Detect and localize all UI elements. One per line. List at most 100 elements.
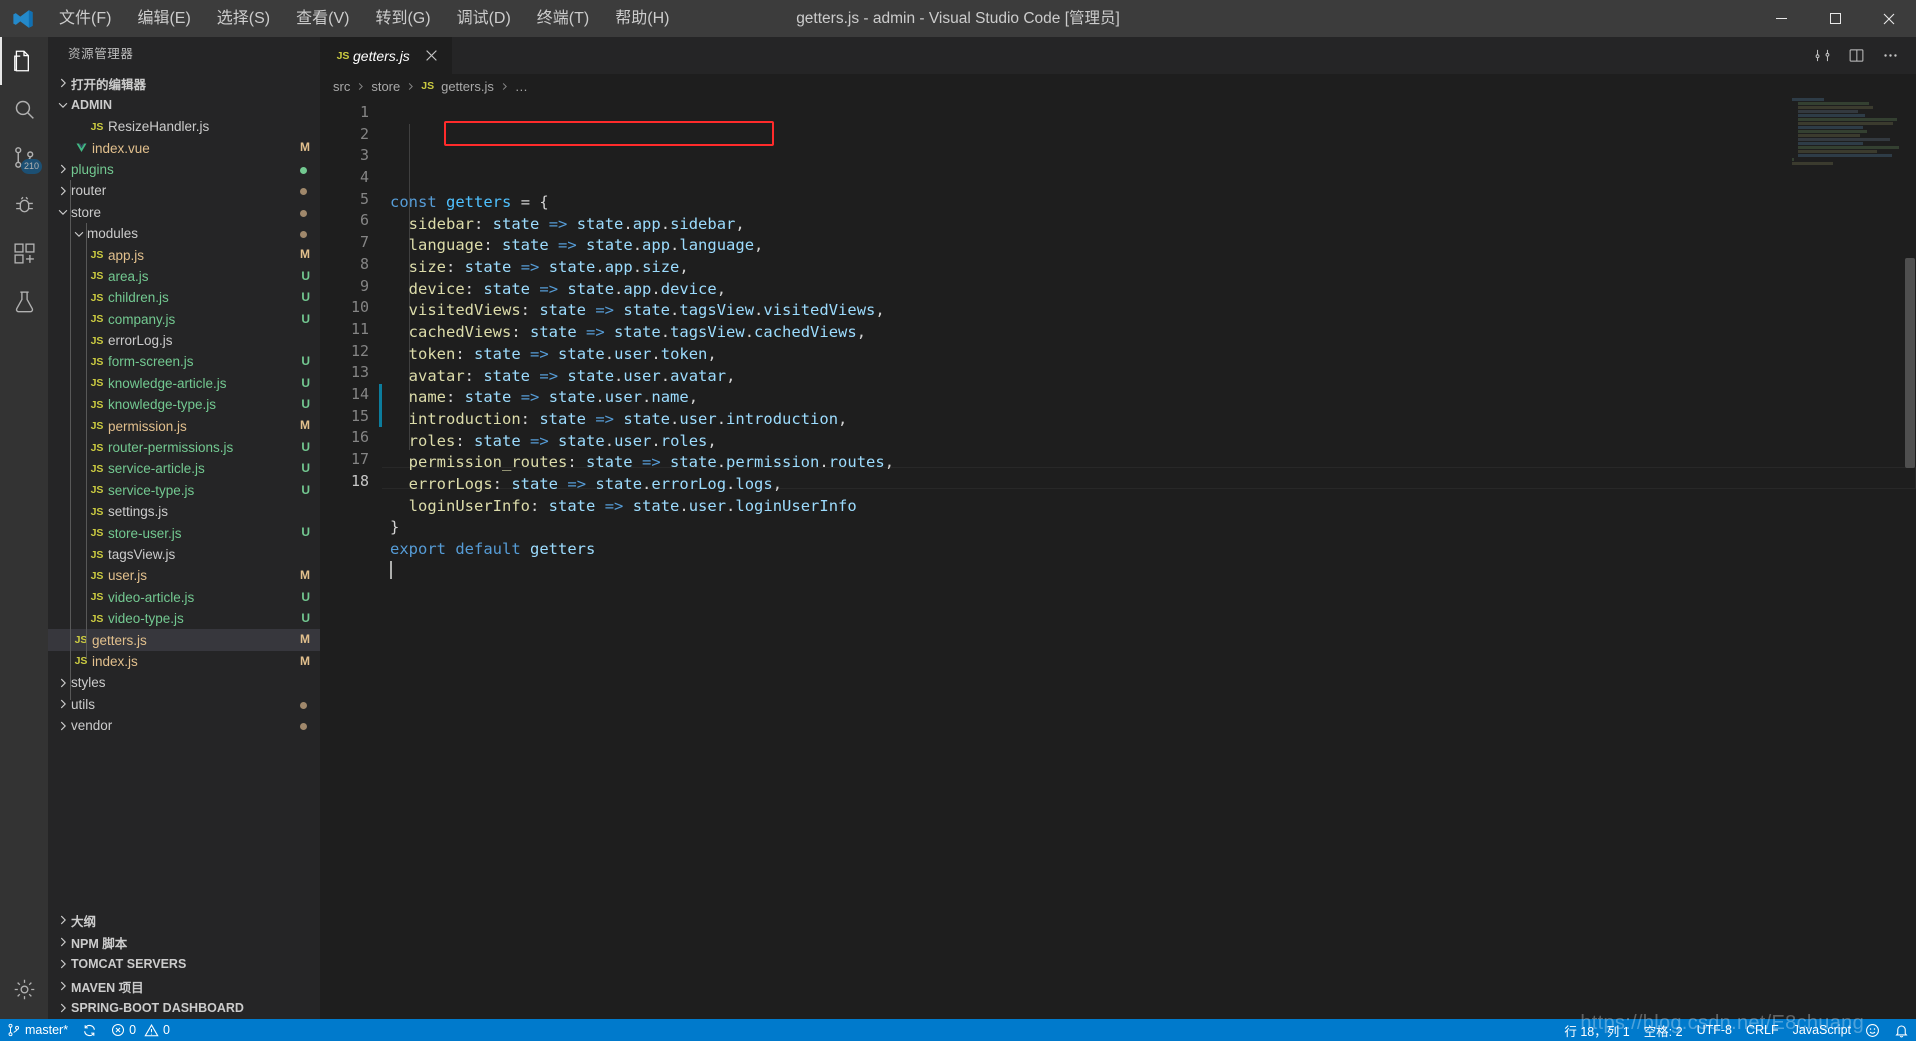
tree-item-index-vue[interactable]: index.vue M — [48, 137, 320, 158]
tree-item-utils[interactable]: utils — [48, 694, 320, 715]
scrollbar-thumb[interactable] — [1905, 258, 1915, 468]
close-icon[interactable] — [422, 46, 442, 66]
tree-item-store[interactable]: store — [48, 202, 320, 223]
activity-settings[interactable] — [0, 965, 48, 1013]
maximize-button[interactable] — [1808, 0, 1862, 37]
tree-item-settings-js[interactable]: JS settings.js — [48, 501, 320, 522]
status-eol[interactable]: CRLF — [1739, 1019, 1786, 1041]
code-line[interactable]: language: state => state.app.language, — [390, 235, 1916, 257]
code-line[interactable]: } — [390, 517, 1916, 539]
status-language-mode[interactable]: JavaScript — [1786, 1019, 1858, 1041]
more-actions-icon[interactable] — [1876, 42, 1904, 70]
menu-selection[interactable]: 选择(S) — [204, 0, 283, 37]
menu-goto[interactable]: 转到(G) — [362, 0, 443, 37]
chevron-right-icon[interactable] — [54, 693, 71, 715]
tree-item-video-article-js[interactable]: JS video-article.js U — [48, 587, 320, 608]
tree-item-plugins[interactable]: plugins — [48, 159, 320, 180]
code-line[interactable]: avatar: state => state.user.avatar, — [390, 366, 1916, 388]
split-diff-icon[interactable] — [1808, 42, 1836, 70]
code-content[interactable]: const getters = { sidebar: state => stat… — [382, 98, 1916, 1019]
code-line[interactable]: const getters = { — [390, 192, 1916, 214]
tree-item-knowledge-article-js[interactable]: JS knowledge-article.js U — [48, 373, 320, 394]
tree-item-store-user-js[interactable]: JS store-user.js U — [48, 522, 320, 543]
code-viewport[interactable]: 1 2 3 4 5 6 7 8 9 10 11 12 13 14 15 16 17 18 const getter… — [320, 98, 1916, 1019]
tree-item-index-js[interactable]: JS index.js M — [48, 651, 320, 672]
status-indentation[interactable]: 空格: 2 — [1637, 1019, 1690, 1041]
tree-item-tagsView-js[interactable]: JS tagsView.js — [48, 544, 320, 565]
status-notifications[interactable] — [1887, 1019, 1916, 1041]
menu-debug[interactable]: 调试(D) — [444, 0, 524, 37]
split-editor-icon[interactable] — [1842, 42, 1870, 70]
panel-tomcat-servers[interactable]: TOMCAT SERVERS — [48, 953, 320, 975]
code-line[interactable]: visitedViews: state => state.tagsView.vi… — [390, 300, 1916, 322]
activity-search[interactable] — [0, 85, 48, 133]
code-line[interactable]: roles: state => state.user.roles, — [390, 431, 1916, 453]
section-open-editors[interactable]: 打开的编辑器 — [48, 72, 320, 94]
status-branch[interactable]: master* — [0, 1019, 75, 1041]
tree-item-service-article-js[interactable]: JS service-article.js U — [48, 458, 320, 479]
chevron-right-icon[interactable] — [54, 158, 71, 180]
code-line[interactable]: cachedViews: state => state.tagsView.cac… — [390, 322, 1916, 344]
code-line[interactable]: size: state => state.app.size, — [390, 257, 1916, 279]
chevron-right-icon[interactable] — [54, 672, 71, 694]
status-sync[interactable] — [75, 1019, 104, 1041]
tree-item-errorLog-js[interactable]: JS errorLog.js — [48, 330, 320, 351]
menu-file[interactable]: 文件(F) — [46, 0, 124, 37]
activity-source-control[interactable]: 210 — [0, 133, 48, 181]
status-feedback[interactable] — [1858, 1019, 1887, 1041]
file-tree[interactable]: JS ResizeHandler.js index.vue Mplugins route… — [48, 116, 320, 909]
panel-npm-scripts[interactable]: NPM 脚本 — [48, 931, 320, 953]
code-line[interactable]: introduction: state => state.user.introd… — [390, 409, 1916, 431]
chevron-down-icon[interactable] — [54, 201, 71, 223]
activity-debug[interactable] — [0, 181, 48, 229]
minimize-button[interactable] — [1754, 0, 1808, 37]
tree-item-router[interactable]: router — [48, 180, 320, 201]
breadcrumb-item[interactable]: JS getters.js — [421, 79, 494, 94]
code-line[interactable]: errorLogs: state => state.errorLog.logs, — [390, 474, 1916, 496]
activity-extensions[interactable] — [0, 229, 48, 277]
tree-item-company-js[interactable]: JS company.js U — [48, 309, 320, 330]
menu-terminal[interactable]: 终端(T) — [524, 0, 602, 37]
tree-item-area-js[interactable]: JS area.js U — [48, 266, 320, 287]
tree-item-knowledge-type-js[interactable]: JS knowledge-type.js U — [48, 394, 320, 415]
status-problems[interactable]: 0 0 — [104, 1019, 177, 1041]
tree-item-ResizeHandler-js[interactable]: JS ResizeHandler.js — [48, 116, 320, 137]
status-cursor-position[interactable]: 行 18，列 1 — [1557, 1019, 1636, 1041]
breadcrumb-item[interactable]: … — [515, 79, 528, 94]
tree-item-vendor[interactable]: vendor — [48, 715, 320, 736]
code-line[interactable]: device: state => state.app.device, — [390, 279, 1916, 301]
tree-item-app-js[interactable]: JS app.js M — [48, 244, 320, 265]
activity-explorer[interactable] — [0, 37, 48, 85]
code-line[interactable] — [390, 560, 1916, 583]
editor-scrollbar[interactable] — [1902, 98, 1916, 1019]
status-encoding[interactable]: UTF-8 — [1690, 1019, 1739, 1041]
code-line[interactable]: export default getters — [390, 539, 1916, 561]
menu-help[interactable]: 帮助(H) — [602, 0, 682, 37]
breadcrumb-item[interactable]: src — [333, 79, 350, 94]
code-line[interactable]: permission_routes: state => state.permis… — [390, 452, 1916, 474]
section-project-root[interactable]: ADMIN — [48, 94, 320, 116]
code-line[interactable]: sidebar: state => state.app.sidebar, — [390, 214, 1916, 236]
code-line[interactable]: loginUserInfo: state => state.user.login… — [390, 496, 1916, 518]
breadcrumb-item[interactable]: store — [371, 79, 400, 94]
tree-item-user-js[interactable]: JS user.js M — [48, 565, 320, 586]
chevron-down-icon[interactable] — [70, 223, 87, 245]
close-button[interactable] — [1862, 0, 1916, 37]
menu-view[interactable]: 查看(V) — [283, 0, 362, 37]
tree-item-getters-js[interactable]: JS getters.js M — [48, 629, 320, 651]
menu-edit[interactable]: 编辑(E) — [124, 0, 203, 37]
panel-maven-projects[interactable]: MAVEN 项目 — [48, 975, 320, 997]
tab-getters-js[interactable]: JS getters.js — [320, 37, 453, 74]
tree-item-service-type-js[interactable]: JS service-type.js U — [48, 480, 320, 501]
tree-item-styles[interactable]: styles — [48, 672, 320, 693]
tree-item-video-type-js[interactable]: JS video-type.js U — [48, 608, 320, 629]
chevron-right-icon[interactable] — [54, 180, 71, 202]
chevron-right-icon[interactable] — [54, 715, 71, 737]
tree-item-modules[interactable]: modules — [48, 223, 320, 244]
tree-item-children-js[interactable]: JS children.js U — [48, 287, 320, 308]
code-line[interactable]: name: state => state.user.name, — [390, 387, 1916, 409]
tree-item-router-permissions-js[interactable]: JS router-permissions.js U — [48, 437, 320, 458]
panel-outline[interactable]: 大纲 — [48, 909, 320, 931]
activity-test[interactable] — [0, 277, 48, 325]
panel-spring-boot-dashboard[interactable]: SPRING-BOOT DASHBOARD — [48, 997, 320, 1019]
